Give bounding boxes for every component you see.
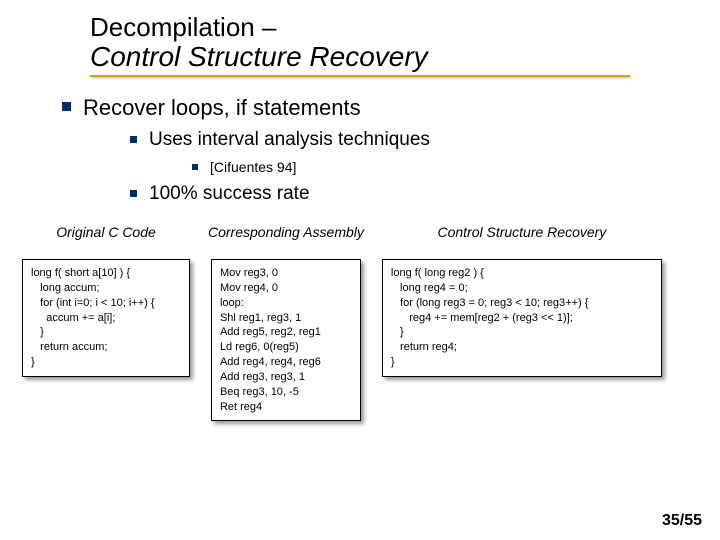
code-box-recovered: long f( long reg2 ) { long reg4 = 0; for… xyxy=(382,259,662,377)
bullet-square-icon xyxy=(192,164,198,170)
column-assembly: Corresponding Assembly Mov reg3, 0 Mov r… xyxy=(208,215,364,421)
code-columns: Original C Code long f( short a[10] ) { … xyxy=(0,215,720,421)
bullet-level-1: Recover loops, if statements xyxy=(62,95,720,121)
title-underline xyxy=(90,75,630,77)
bullet-level-3: [Cifuentes 94] xyxy=(192,159,720,175)
column-header: Control Structure Recovery xyxy=(437,215,606,249)
bullet-text: [Cifuentes 94] xyxy=(210,159,296,175)
slide-title: Decompilation – Control Structure Recove… xyxy=(90,12,720,77)
bullet-text: Recover loops, if statements xyxy=(83,95,361,121)
page-number: 35/55 xyxy=(662,512,702,530)
bullet-text: 100% success rate xyxy=(149,183,310,205)
title-line-2: Control Structure Recovery xyxy=(90,41,720,73)
slide: Decompilation – Control Structure Recove… xyxy=(0,0,720,421)
title-line-1: Decompilation – xyxy=(90,12,720,43)
code-box-original: long f( short a[10] ) { long accum; for … xyxy=(22,259,190,377)
bullet-square-icon xyxy=(62,102,71,111)
bullet-level-2: 100% success rate xyxy=(130,183,720,205)
bullet-text: Uses interval analysis techniques xyxy=(149,129,430,151)
code-box-assembly: Mov reg3, 0 Mov reg4, 0 loop: Shl reg1, … xyxy=(211,259,361,421)
column-recovered: Control Structure Recovery long f( long … xyxy=(382,215,662,421)
column-header: Original C Code xyxy=(56,215,156,249)
bullet-square-icon xyxy=(130,190,137,197)
column-header: Corresponding Assembly xyxy=(208,215,364,249)
column-original-c: Original C Code long f( short a[10] ) { … xyxy=(22,215,190,421)
bullet-square-icon xyxy=(130,136,137,143)
bullet-level-2: Uses interval analysis techniques xyxy=(130,129,720,151)
